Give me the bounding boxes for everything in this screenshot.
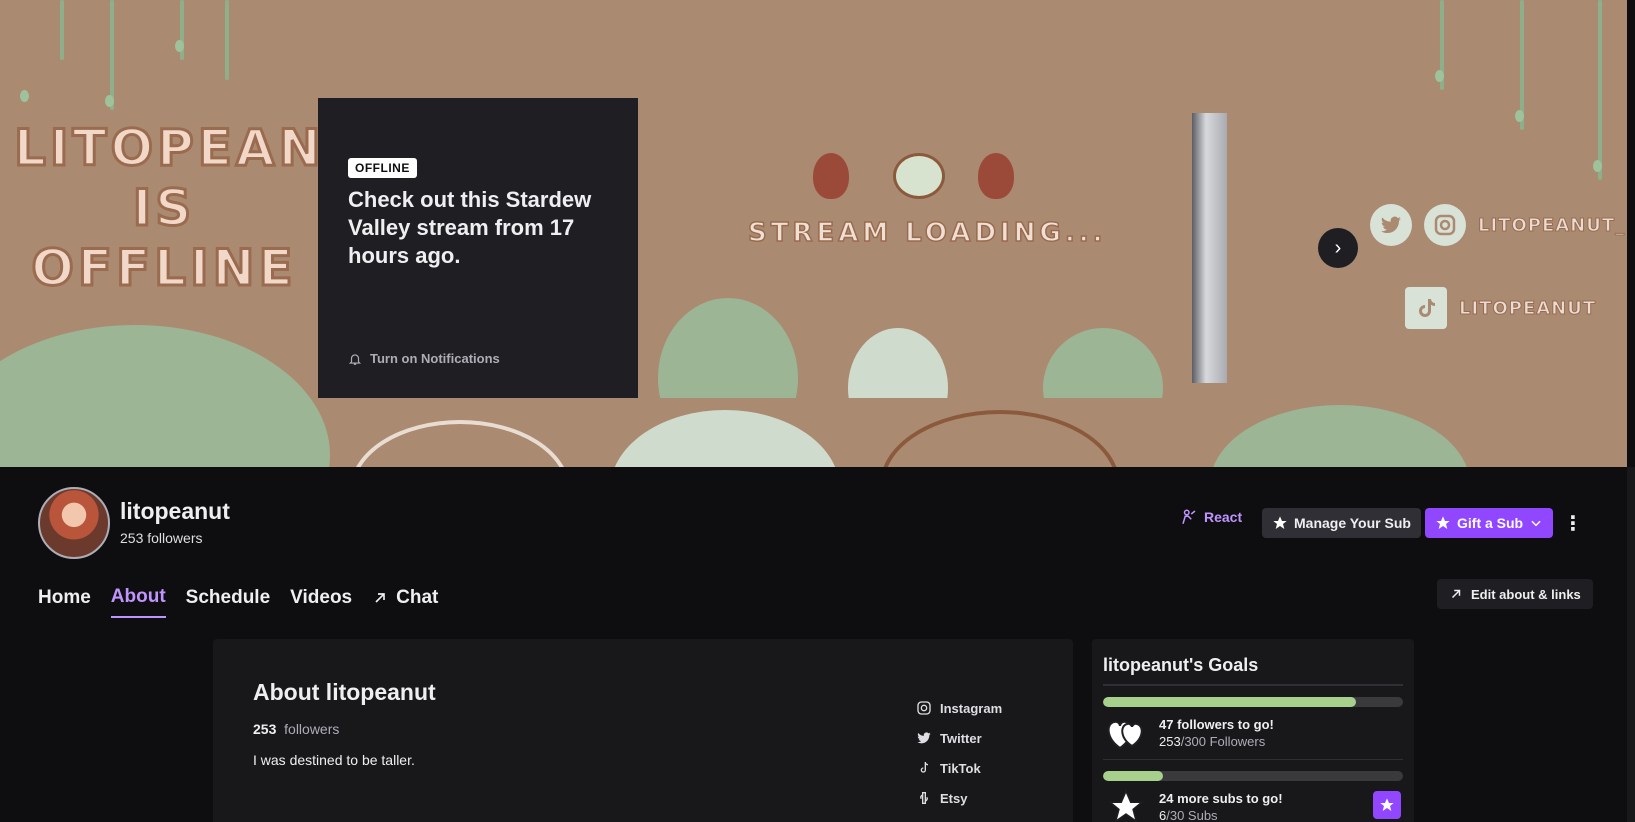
preview-blob bbox=[658, 298, 798, 398]
edit-about-label: Edit about & links bbox=[1471, 586, 1581, 602]
instagram-icon bbox=[917, 701, 931, 715]
banner-ring bbox=[880, 410, 1120, 467]
banner-social-row: LITOPEANUT_ bbox=[1370, 204, 1625, 246]
notifications-label: Turn on Notifications bbox=[370, 351, 500, 366]
tab-videos[interactable]: Videos bbox=[290, 586, 352, 618]
tiktok-icon bbox=[1405, 287, 1447, 329]
banner-tiktok-handle: LITOPEANUT bbox=[1458, 297, 1597, 319]
link-etsy-label: Etsy bbox=[940, 790, 968, 806]
manage-sub-button[interactable]: Manage Your Sub bbox=[1262, 508, 1421, 538]
twitter-icon bbox=[917, 732, 931, 744]
avatar[interactable] bbox=[38, 487, 110, 559]
goal-progress-bar bbox=[1103, 771, 1403, 781]
star-icon bbox=[1103, 787, 1149, 822]
tab-about[interactable]: About bbox=[110, 586, 166, 618]
hearts-icon bbox=[1103, 713, 1149, 753]
banner-blob bbox=[610, 410, 840, 467]
social-links: Instagram Twitter TikTok Etsy bbox=[916, 699, 1002, 807]
offline-badge: OFFLINE bbox=[348, 158, 417, 178]
about-panel: About litopeanut 253 followers I was des… bbox=[213, 639, 1073, 822]
banner-title: LITOPEANUT IS OFFLINE bbox=[13, 118, 408, 299]
chevron-right-icon: › bbox=[1334, 236, 1342, 259]
goal-item: 47 followers to go! 253/300 Followers bbox=[1103, 707, 1403, 760]
about-followers: 253 followers bbox=[253, 721, 339, 737]
tab-home-label: Home bbox=[38, 587, 91, 608]
tab-home[interactable]: Home bbox=[38, 586, 91, 618]
goal-headline: 47 followers to go! bbox=[1159, 717, 1274, 732]
subscribe-star-button[interactable] bbox=[1373, 791, 1401, 819]
heart-potion-icon bbox=[893, 153, 945, 199]
about-bio: I was destined to be taller. bbox=[253, 752, 415, 768]
channel-tabs: Home About Schedule Videos Chat bbox=[38, 586, 438, 618]
next-preview-thumbnail[interactable] bbox=[1192, 113, 1227, 383]
link-instagram[interactable]: Instagram bbox=[916, 699, 1002, 717]
goal-item: 24 more subs to go! 6/30 Subs bbox=[1103, 781, 1403, 822]
stream-preview[interactable]: STREAM LOADING... bbox=[658, 98, 1192, 398]
goals-title: litopeanut's Goals bbox=[1103, 655, 1403, 686]
link-etsy[interactable]: Etsy bbox=[916, 789, 1002, 807]
banner-blob bbox=[0, 325, 330, 467]
manage-sub-label: Manage Your Sub bbox=[1294, 515, 1411, 531]
goal-progress-text: 253/300 Followers bbox=[1159, 734, 1274, 749]
react-label: React bbox=[1204, 509, 1243, 525]
potion-icon bbox=[813, 153, 849, 199]
offline-card[interactable]: OFFLINE Check out this Stardew Valley st… bbox=[318, 98, 638, 398]
more-options-button[interactable]: ⋮ bbox=[1562, 508, 1584, 538]
preview-blob bbox=[848, 328, 948, 398]
react-icon bbox=[1182, 509, 1196, 524]
star-icon bbox=[1380, 798, 1394, 811]
gift-sub-button[interactable]: Gift a Sub bbox=[1425, 508, 1554, 538]
goal-progress-fill bbox=[1103, 697, 1356, 707]
goal-current: 253 bbox=[1159, 734, 1181, 749]
etsy-icon bbox=[920, 792, 928, 804]
link-tiktok-label: TikTok bbox=[940, 760, 981, 776]
banner-social-handle: LITOPEANUT_ bbox=[1477, 214, 1626, 236]
link-twitter[interactable]: Twitter bbox=[916, 729, 1002, 747]
stream-loading-text: STREAM LOADING... bbox=[747, 217, 1107, 249]
goal-headline: 24 more subs to go! bbox=[1159, 791, 1283, 806]
about-title: About litopeanut bbox=[253, 679, 436, 705]
bell-icon bbox=[348, 353, 362, 365]
gift-sub-label: Gift a Sub bbox=[1457, 515, 1524, 531]
offline-headline[interactable]: Check out this Stardew Valley stream fro… bbox=[348, 186, 608, 270]
goal-progress-bar bbox=[1103, 697, 1403, 707]
channel-followers: 253 followers bbox=[120, 530, 203, 546]
more-vertical-icon: ⋮ bbox=[1563, 512, 1583, 535]
link-tiktok[interactable]: TikTok bbox=[916, 759, 1002, 777]
channel-name[interactable]: litopeanut bbox=[120, 498, 230, 525]
star-icon bbox=[1436, 516, 1450, 529]
instagram-icon bbox=[1424, 204, 1466, 246]
banner-blob bbox=[1210, 405, 1470, 467]
react-button[interactable]: React bbox=[1180, 508, 1242, 526]
tab-schedule[interactable]: Schedule bbox=[186, 586, 270, 618]
twitter-icon bbox=[1370, 204, 1412, 246]
tab-videos-label: Videos bbox=[290, 587, 353, 608]
about-follower-count: 253 bbox=[253, 721, 277, 737]
carousel-next-button[interactable]: › bbox=[1318, 228, 1358, 268]
goal-progress-text: 6/30 Subs bbox=[1159, 808, 1283, 822]
banner-tiktok-row: LITOPEANUT bbox=[1405, 287, 1596, 329]
goal-progress-fill bbox=[1103, 771, 1163, 781]
link-twitter-label: Twitter bbox=[940, 730, 982, 746]
link-instagram-label: Instagram bbox=[940, 700, 1003, 716]
external-arrow-icon bbox=[1451, 589, 1461, 599]
chevron-down-icon bbox=[1531, 520, 1541, 527]
tab-about-label: About bbox=[110, 586, 166, 607]
tiktok-icon bbox=[920, 761, 929, 773]
external-arrow-icon bbox=[375, 593, 385, 603]
banner-ring bbox=[350, 420, 570, 467]
goals-panel: litopeanut's Goals 47 followers to go! 2… bbox=[1092, 639, 1414, 822]
preview-blob bbox=[1043, 328, 1163, 398]
star-icon bbox=[1273, 516, 1287, 529]
about-follower-word: followers bbox=[284, 721, 340, 737]
turn-on-notifications-button[interactable]: Turn on Notifications bbox=[348, 351, 500, 366]
tab-schedule-label: Schedule bbox=[185, 587, 271, 608]
edit-about-links-button[interactable]: Edit about & links bbox=[1437, 579, 1593, 609]
goal-target: /30 Subs bbox=[1166, 808, 1218, 822]
tab-chat-label: Chat bbox=[396, 587, 439, 608]
goal-target: /300 Followers bbox=[1180, 734, 1266, 749]
tab-chat[interactable]: Chat bbox=[372, 586, 438, 618]
potion-icon bbox=[978, 153, 1014, 199]
scrollbar[interactable] bbox=[1627, 467, 1635, 822]
